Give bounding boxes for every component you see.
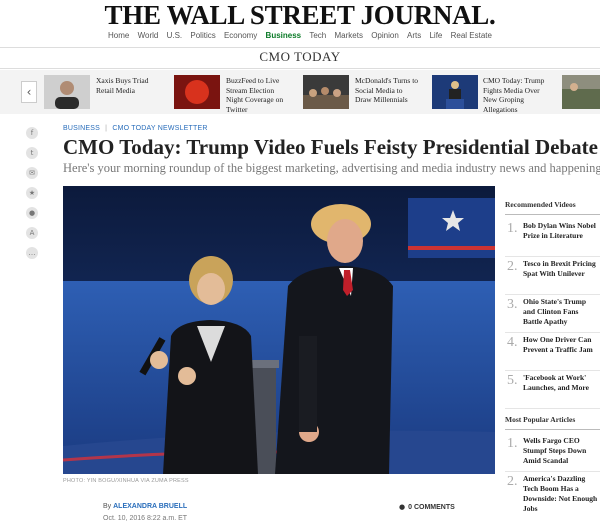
right-rail: Recommended Videos 1. Bob Dylan Wins Nob… — [505, 200, 600, 516]
kicker-section-link[interactable]: BUSINESS — [63, 125, 100, 132]
article-date: Oct. 10, 2016 8:22 a.m. ET — [103, 515, 188, 522]
kicker-separator: | — [105, 125, 108, 132]
person-portrait-icon — [44, 75, 90, 109]
buzzfeed-logo-icon — [174, 75, 220, 109]
author-link[interactable]: ALEXANDRA BRUELL — [113, 503, 187, 510]
byline: By ALEXANDRA BRUELL — [103, 503, 187, 510]
article-kicker: BUSINESS | CMO TODAY NEWSLETTER — [63, 125, 208, 132]
item-number: 2. — [507, 259, 518, 274]
font-size-icon[interactable]: A — [26, 227, 38, 239]
carousel-item[interactable]: Xaxis Buys Triad Retail Media — [44, 75, 154, 109]
comment-bubble-icon: ● — [399, 503, 406, 511]
item-title: Tesco in Brexit Pricing Spat With Unilev… — [523, 259, 596, 278]
carousel-item-text: McDonald's Turns to Social Media to Draw… — [355, 76, 419, 104]
video-list-item[interactable]: 2. Tesco in Brexit Pricing Spat With Uni… — [505, 257, 600, 295]
nav-item-politics[interactable]: Politics — [190, 31, 215, 40]
byline-prefix: By — [103, 503, 112, 510]
video-list-item[interactable]: 1. Bob Dylan Wins Nobel Prize in Literat… — [505, 219, 600, 257]
kicker-newsletter-link[interactable]: CMO TODAY NEWSLETTER — [112, 125, 207, 132]
comments-count: 0 COMMENTS — [408, 504, 455, 511]
item-number: 5. — [507, 373, 518, 388]
item-title: America's Dazzling Tech Boom Has a Downs… — [523, 474, 598, 513]
item-title: How One Driver Can Prevent a Traffic Jam — [523, 335, 593, 354]
carousel-item[interactable]: BuzzFeed to Live Stream Election Night C… — [174, 75, 286, 114]
debate-stage-image — [63, 186, 495, 474]
nav-item-world[interactable]: World — [138, 31, 159, 40]
video-list-item[interactable]: 4. How One Driver Can Prevent a Traffic … — [505, 333, 600, 371]
nav-item-life[interactable]: Life — [429, 31, 442, 40]
top-nav: Home World U.S. Politics Economy Busines… — [0, 31, 600, 45]
nav-item-us[interactable]: U.S. — [167, 31, 183, 40]
share-toolbar: f t ✉ ★ ● A … — [26, 127, 38, 267]
carousel-item[interactable]: McDonald's Turns to Social Media to Draw… — [303, 75, 423, 109]
divider — [0, 68, 600, 69]
nav-item-economy[interactable]: Economy — [224, 31, 257, 40]
article-headline: CMO Today: Trump Video Fuels Feisty Pres… — [63, 135, 598, 159]
video-list-item[interactable]: 3. Ohio State's Trump and Clinton Fans B… — [505, 295, 600, 333]
video-list-item[interactable]: 5. 'Facebook at Work' Launches, and More — [505, 371, 600, 409]
carousel-item[interactable] — [562, 75, 600, 109]
bookmark-icon[interactable]: ★ — [26, 187, 38, 199]
article-dek: Here's your morning roundup of the bigge… — [63, 161, 600, 175]
carousel-item[interactable]: CMO Today: Trump Fights Media Over New G… — [432, 75, 547, 114]
recommended-videos-title: Recommended Videos — [505, 200, 600, 215]
nav-item-business[interactable]: Business — [266, 31, 302, 40]
nav-item-home[interactable]: Home — [108, 31, 129, 40]
email-icon[interactable]: ✉ — [26, 167, 38, 179]
most-popular-title: Most Popular Articles — [505, 415, 600, 430]
item-number: 4. — [507, 335, 518, 350]
popular-list-item[interactable]: 2. America's Dazzling Tech Boom Has a Do… — [505, 472, 600, 516]
chevron-left-icon: ‹ — [26, 85, 32, 99]
twitter-icon[interactable]: t — [26, 147, 38, 159]
item-title: Bob Dylan Wins Nobel Prize in Literature — [523, 221, 596, 240]
item-number: 2. — [507, 474, 518, 489]
carousel-item-text: Xaxis Buys Triad Retail Media — [96, 76, 149, 95]
item-title: Wells Fargo CEO Stumpf Steps Down Amid S… — [523, 436, 587, 465]
cut-off-thumbnail-icon — [562, 75, 600, 109]
divider — [0, 47, 600, 48]
nav-item-markets[interactable]: Markets — [335, 31, 363, 40]
nav-item-arts[interactable]: Arts — [407, 31, 421, 40]
restaurant-crowd-icon — [303, 75, 349, 109]
nav-item-tech[interactable]: Tech — [309, 31, 326, 40]
item-title: 'Facebook at Work' Launches, and More — [523, 373, 589, 392]
facebook-icon[interactable]: f — [26, 127, 38, 139]
popular-list-item[interactable]: 1. Wells Fargo CEO Stumpf Steps Down Ami… — [505, 434, 600, 472]
comment-icon[interactable]: ● — [26, 207, 38, 219]
item-title: Ohio State's Trump and Clinton Fans Batt… — [523, 297, 587, 326]
wsj-logo[interactable]: THE WALL STREET JOURNAL. — [105, 0, 496, 30]
photo-caption: PHOTO: YIN BOGU/XINHUA VIA ZUMA PRESS — [63, 478, 189, 484]
headline-carousel: ‹ Xaxis Buys Triad Retail Media BuzzFeed… — [0, 70, 600, 114]
item-number: 1. — [507, 436, 518, 451]
section-title[interactable]: CMO TODAY — [0, 49, 600, 67]
carousel-item-text: CMO Today: Trump Fights Media Over New G… — [483, 76, 545, 114]
comments-link[interactable]: ● 0 COMMENTS — [399, 503, 455, 511]
podium-speaker-icon — [432, 75, 478, 109]
masthead: THE WALL STREET JOURNAL. — [0, 0, 600, 30]
more-icon[interactable]: … — [26, 247, 38, 259]
item-number: 1. — [507, 221, 518, 236]
item-number: 3. — [507, 297, 518, 312]
nav-item-opinion[interactable]: Opinion — [371, 31, 399, 40]
carousel-item-text: BuzzFeed to Live Stream Election Night C… — [226, 76, 284, 114]
carousel-prev-button[interactable]: ‹ — [21, 81, 37, 103]
nav-item-real-estate[interactable]: Real Estate — [451, 31, 492, 40]
article-hero-image[interactable] — [63, 186, 495, 474]
